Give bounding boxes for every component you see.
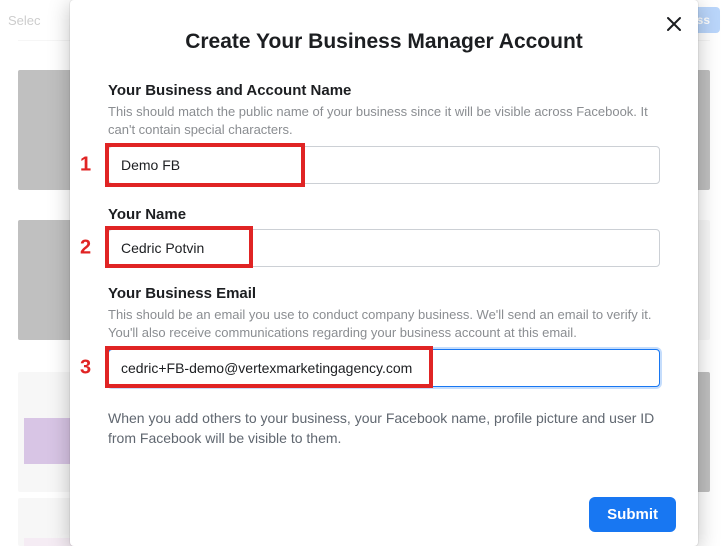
business-email-help: This should be an email you use to condu… bbox=[108, 306, 660, 341]
annotation-number-3: 3 bbox=[80, 357, 91, 380]
your-name-input[interactable] bbox=[108, 229, 660, 267]
annotation-number-1: 1 bbox=[80, 154, 91, 177]
your-name-label: Your Name bbox=[108, 206, 660, 223]
close-icon[interactable] bbox=[660, 10, 688, 38]
business-email-input[interactable] bbox=[108, 349, 660, 387]
business-name-help: This should match the public name of you… bbox=[108, 103, 660, 138]
modal-title: Create Your Business Manager Account bbox=[108, 30, 660, 54]
footer-note: When you add others to your business, yo… bbox=[108, 409, 660, 448]
submit-button[interactable]: Submit bbox=[589, 497, 676, 532]
business-email-label: Your Business Email bbox=[108, 285, 660, 302]
business-name-label: Your Business and Account Name bbox=[108, 82, 660, 99]
create-business-modal: Create Your Business Manager Account You… bbox=[70, 0, 698, 546]
business-name-input[interactable] bbox=[108, 146, 660, 184]
annotation-number-2: 2 bbox=[80, 237, 91, 260]
